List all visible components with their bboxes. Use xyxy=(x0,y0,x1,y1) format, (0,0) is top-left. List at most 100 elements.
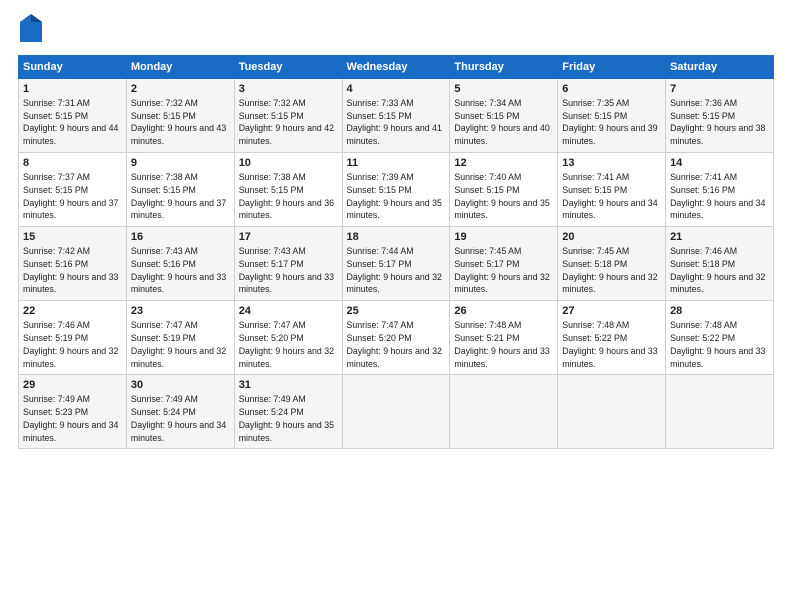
calendar-cell: 6Sunrise: 7:35 AMSunset: 5:15 PMDaylight… xyxy=(558,79,666,153)
day-number: 17 xyxy=(239,230,338,245)
logo-icon xyxy=(20,14,42,42)
calendar-cell: 12Sunrise: 7:40 AMSunset: 5:15 PMDayligh… xyxy=(450,153,558,227)
calendar-cell xyxy=(558,375,666,449)
calendar-cell: 23Sunrise: 7:47 AMSunset: 5:19 PMDayligh… xyxy=(126,301,234,375)
calendar-cell: 17Sunrise: 7:43 AMSunset: 5:17 PMDayligh… xyxy=(234,227,342,301)
day-info: Sunrise: 7:36 AMSunset: 5:15 PMDaylight:… xyxy=(670,98,765,146)
calendar-cell: 21Sunrise: 7:46 AMSunset: 5:18 PMDayligh… xyxy=(666,227,774,301)
day-info: Sunrise: 7:47 AMSunset: 5:20 PMDaylight:… xyxy=(347,320,442,368)
day-info: Sunrise: 7:49 AMSunset: 5:24 PMDaylight:… xyxy=(239,394,334,442)
day-number: 22 xyxy=(23,304,122,319)
day-info: Sunrise: 7:33 AMSunset: 5:15 PMDaylight:… xyxy=(347,98,442,146)
day-info: Sunrise: 7:47 AMSunset: 5:20 PMDaylight:… xyxy=(239,320,334,368)
calendar-cell: 26Sunrise: 7:48 AMSunset: 5:21 PMDayligh… xyxy=(450,301,558,375)
day-info: Sunrise: 7:43 AMSunset: 5:17 PMDaylight:… xyxy=(239,246,334,294)
calendar-week-5: 29Sunrise: 7:49 AMSunset: 5:23 PMDayligh… xyxy=(19,375,774,449)
calendar-cell xyxy=(666,375,774,449)
day-number: 1 xyxy=(23,82,122,97)
calendar-cell: 19Sunrise: 7:45 AMSunset: 5:17 PMDayligh… xyxy=(450,227,558,301)
day-number: 26 xyxy=(454,304,553,319)
calendar-table: SundayMondayTuesdayWednesdayThursdayFrid… xyxy=(18,55,774,449)
calendar-cell: 8Sunrise: 7:37 AMSunset: 5:15 PMDaylight… xyxy=(19,153,127,227)
day-info: Sunrise: 7:45 AMSunset: 5:18 PMDaylight:… xyxy=(562,246,657,294)
day-number: 19 xyxy=(454,230,553,245)
day-info: Sunrise: 7:32 AMSunset: 5:15 PMDaylight:… xyxy=(131,98,226,146)
day-number: 4 xyxy=(347,82,446,97)
day-info: Sunrise: 7:41 AMSunset: 5:16 PMDaylight:… xyxy=(670,172,765,220)
day-number: 16 xyxy=(131,230,230,245)
day-info: Sunrise: 7:49 AMSunset: 5:24 PMDaylight:… xyxy=(131,394,226,442)
calendar-cell: 4Sunrise: 7:33 AMSunset: 5:15 PMDaylight… xyxy=(342,79,450,153)
day-info: Sunrise: 7:42 AMSunset: 5:16 PMDaylight:… xyxy=(23,246,118,294)
day-info: Sunrise: 7:37 AMSunset: 5:15 PMDaylight:… xyxy=(23,172,118,220)
page: SundayMondayTuesdayWednesdayThursdayFrid… xyxy=(0,0,792,612)
day-number: 9 xyxy=(131,156,230,171)
calendar-header-wednesday: Wednesday xyxy=(342,56,450,79)
calendar-cell: 10Sunrise: 7:38 AMSunset: 5:15 PMDayligh… xyxy=(234,153,342,227)
day-number: 18 xyxy=(347,230,446,245)
day-info: Sunrise: 7:48 AMSunset: 5:22 PMDaylight:… xyxy=(670,320,765,368)
header xyxy=(18,16,774,47)
calendar-header-monday: Monday xyxy=(126,56,234,79)
calendar-header-saturday: Saturday xyxy=(666,56,774,79)
day-number: 8 xyxy=(23,156,122,171)
calendar-header-row: SundayMondayTuesdayWednesdayThursdayFrid… xyxy=(19,56,774,79)
day-info: Sunrise: 7:38 AMSunset: 5:15 PMDaylight:… xyxy=(131,172,226,220)
day-number: 28 xyxy=(670,304,769,319)
calendar-week-1: 1Sunrise: 7:31 AMSunset: 5:15 PMDaylight… xyxy=(19,79,774,153)
calendar-cell: 27Sunrise: 7:48 AMSunset: 5:22 PMDayligh… xyxy=(558,301,666,375)
day-number: 7 xyxy=(670,82,769,97)
calendar-cell: 31Sunrise: 7:49 AMSunset: 5:24 PMDayligh… xyxy=(234,375,342,449)
logo xyxy=(18,16,42,47)
day-info: Sunrise: 7:48 AMSunset: 5:22 PMDaylight:… xyxy=(562,320,657,368)
calendar-cell: 13Sunrise: 7:41 AMSunset: 5:15 PMDayligh… xyxy=(558,153,666,227)
day-info: Sunrise: 7:46 AMSunset: 5:18 PMDaylight:… xyxy=(670,246,765,294)
day-info: Sunrise: 7:47 AMSunset: 5:19 PMDaylight:… xyxy=(131,320,226,368)
calendar-cell: 30Sunrise: 7:49 AMSunset: 5:24 PMDayligh… xyxy=(126,375,234,449)
logo-text xyxy=(18,16,42,47)
day-info: Sunrise: 7:48 AMSunset: 5:21 PMDaylight:… xyxy=(454,320,549,368)
day-number: 14 xyxy=(670,156,769,171)
calendar-cell: 7Sunrise: 7:36 AMSunset: 5:15 PMDaylight… xyxy=(666,79,774,153)
day-number: 11 xyxy=(347,156,446,171)
day-number: 24 xyxy=(239,304,338,319)
day-info: Sunrise: 7:44 AMSunset: 5:17 PMDaylight:… xyxy=(347,246,442,294)
calendar-header-sunday: Sunday xyxy=(19,56,127,79)
day-number: 5 xyxy=(454,82,553,97)
day-info: Sunrise: 7:39 AMSunset: 5:15 PMDaylight:… xyxy=(347,172,442,220)
calendar-header-thursday: Thursday xyxy=(450,56,558,79)
calendar-cell: 18Sunrise: 7:44 AMSunset: 5:17 PMDayligh… xyxy=(342,227,450,301)
calendar-cell: 24Sunrise: 7:47 AMSunset: 5:20 PMDayligh… xyxy=(234,301,342,375)
day-info: Sunrise: 7:34 AMSunset: 5:15 PMDaylight:… xyxy=(454,98,549,146)
calendar-cell: 14Sunrise: 7:41 AMSunset: 5:16 PMDayligh… xyxy=(666,153,774,227)
day-info: Sunrise: 7:35 AMSunset: 5:15 PMDaylight:… xyxy=(562,98,657,146)
calendar-cell xyxy=(342,375,450,449)
day-info: Sunrise: 7:32 AMSunset: 5:15 PMDaylight:… xyxy=(239,98,334,146)
calendar-cell: 3Sunrise: 7:32 AMSunset: 5:15 PMDaylight… xyxy=(234,79,342,153)
calendar-cell: 5Sunrise: 7:34 AMSunset: 5:15 PMDaylight… xyxy=(450,79,558,153)
calendar-cell xyxy=(450,375,558,449)
calendar-cell: 25Sunrise: 7:47 AMSunset: 5:20 PMDayligh… xyxy=(342,301,450,375)
day-info: Sunrise: 7:46 AMSunset: 5:19 PMDaylight:… xyxy=(23,320,118,368)
day-number: 29 xyxy=(23,378,122,393)
day-number: 31 xyxy=(239,378,338,393)
calendar-header-tuesday: Tuesday xyxy=(234,56,342,79)
calendar-week-2: 8Sunrise: 7:37 AMSunset: 5:15 PMDaylight… xyxy=(19,153,774,227)
calendar-cell: 20Sunrise: 7:45 AMSunset: 5:18 PMDayligh… xyxy=(558,227,666,301)
calendar-cell: 28Sunrise: 7:48 AMSunset: 5:22 PMDayligh… xyxy=(666,301,774,375)
day-info: Sunrise: 7:43 AMSunset: 5:16 PMDaylight:… xyxy=(131,246,226,294)
day-number: 3 xyxy=(239,82,338,97)
day-number: 15 xyxy=(23,230,122,245)
calendar-cell: 16Sunrise: 7:43 AMSunset: 5:16 PMDayligh… xyxy=(126,227,234,301)
calendar-cell: 1Sunrise: 7:31 AMSunset: 5:15 PMDaylight… xyxy=(19,79,127,153)
calendar-header-friday: Friday xyxy=(558,56,666,79)
day-info: Sunrise: 7:31 AMSunset: 5:15 PMDaylight:… xyxy=(23,98,118,146)
day-info: Sunrise: 7:38 AMSunset: 5:15 PMDaylight:… xyxy=(239,172,334,220)
calendar-cell: 11Sunrise: 7:39 AMSunset: 5:15 PMDayligh… xyxy=(342,153,450,227)
calendar-cell: 22Sunrise: 7:46 AMSunset: 5:19 PMDayligh… xyxy=(19,301,127,375)
day-number: 25 xyxy=(347,304,446,319)
day-number: 13 xyxy=(562,156,661,171)
day-info: Sunrise: 7:49 AMSunset: 5:23 PMDaylight:… xyxy=(23,394,118,442)
day-info: Sunrise: 7:45 AMSunset: 5:17 PMDaylight:… xyxy=(454,246,549,294)
day-number: 30 xyxy=(131,378,230,393)
